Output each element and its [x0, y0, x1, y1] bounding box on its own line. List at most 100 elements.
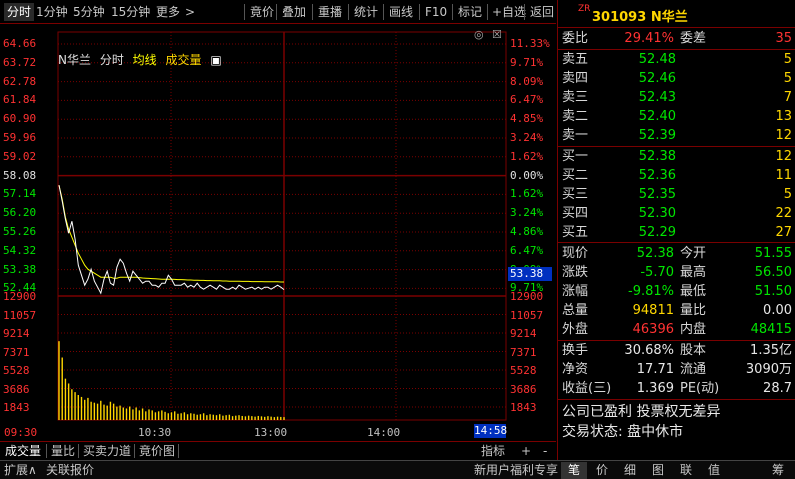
bid-row: 买四 52.30 22	[558, 204, 795, 223]
bid-volume: 12	[775, 149, 792, 164]
volume-tick-label: 7371	[3, 345, 30, 359]
bid-level-label: 买四	[562, 206, 589, 221]
fund-label: 股本	[680, 343, 707, 358]
ask-volume: 7	[783, 90, 792, 105]
related-quotes-button[interactable]: 关联报价	[46, 462, 94, 479]
fundamental-row: 收益(三) 1.369 PE(动) 28.7	[558, 379, 795, 398]
legend-avg: 均线	[132, 53, 157, 67]
auction-button[interactable]: 竟价	[247, 3, 277, 21]
tab-buy-sell-force[interactable]: 买卖力道	[80, 443, 134, 459]
zoom-out-button[interactable]: -	[540, 443, 550, 459]
detail-icon[interactable]: 细	[617, 462, 643, 479]
expand-button[interactable]: 扩展∧	[4, 462, 37, 479]
quote-value: 48415	[750, 322, 792, 337]
tab-1min[interactable]: 1分钟	[33, 3, 71, 21]
tab-volume-ratio[interactable]: 量比	[48, 443, 78, 459]
mark-button[interactable]: 标记	[455, 3, 485, 21]
draw-button[interactable]: 画线	[386, 3, 416, 21]
fund-label: 换手	[562, 343, 589, 358]
divider	[558, 242, 795, 243]
divider	[244, 4, 245, 20]
settings-icon[interactable]: ◎	[474, 28, 484, 41]
fund-value: 1.369	[636, 381, 674, 396]
ask-volume: 13	[775, 109, 792, 124]
price-tick-label: 53.38	[3, 262, 37, 276]
bid-volume: 27	[775, 225, 792, 240]
quote-label: 总量	[562, 303, 589, 318]
bid-row: 买五 52.29 27	[558, 223, 795, 242]
divider	[134, 444, 135, 458]
linked-icon[interactable]: 联	[673, 462, 699, 479]
stock-code: 301093	[592, 10, 647, 25]
tab-volume[interactable]: 成交量	[2, 443, 44, 459]
ask-price: 52.43	[638, 90, 676, 105]
chips-icon[interactable]: 筹	[765, 462, 791, 479]
current-price-tag: 53.38	[508, 267, 552, 281]
company-note: 公司已盈利 投票权无差异	[562, 404, 721, 420]
legend-vol: 成交量	[165, 53, 202, 67]
divider	[524, 4, 525, 20]
price-tick-label: 59.02	[3, 149, 37, 163]
more-arrow-icon[interactable]: >	[182, 3, 198, 21]
camera-icon[interactable]: ▣	[210, 53, 221, 67]
status-bar: 扩展∧ 关联报价 新用户福利专享 笔 价 细 图 联 值 筹	[0, 460, 795, 479]
ask-volume: 5	[783, 52, 792, 67]
tab-5min[interactable]: 5分钟	[70, 3, 108, 21]
fund-value: 1.35亿	[750, 343, 792, 358]
value-icon[interactable]: 值	[701, 462, 727, 479]
tab-15min[interactable]: 15分钟	[108, 3, 153, 21]
bid-level-label: 买一	[562, 149, 589, 164]
zoom-in-button[interactable]: +	[518, 443, 534, 459]
intraday-chart[interactable]: N华兰 分时 均线 成交量 ▣ ◎ ☒ 64.66 63.72 62.78 61.84…	[0, 24, 556, 440]
divider	[312, 4, 313, 20]
tab-intraday[interactable]: 分时	[4, 3, 35, 21]
price-icon[interactable]: 价	[589, 462, 615, 479]
quote-label: 涨幅	[562, 284, 589, 299]
pct-tick-label: 11.33%	[510, 37, 550, 50]
quote-value: 51.50	[754, 284, 792, 299]
indicator-button[interactable]: 指标	[478, 443, 508, 459]
f10-button[interactable]: F10	[422, 3, 450, 21]
bid-row: 买三 52.35 5	[558, 185, 795, 204]
quote-value: 56.50	[754, 265, 792, 280]
ask-level-label: 卖一	[562, 128, 589, 143]
divider	[419, 4, 420, 20]
chart-icon[interactable]: 图	[645, 462, 671, 479]
pct-tick-label: 8.09%	[510, 74, 544, 88]
price-tick-label: 59.96	[3, 131, 37, 144]
bid-volume: 22	[775, 206, 792, 221]
fund-label: 收益(三)	[562, 381, 612, 396]
quote-value: 0.00	[763, 303, 792, 318]
weicha-value: 35	[775, 31, 792, 46]
stock-name: N华兰	[650, 10, 688, 25]
quote-label: 现价	[562, 246, 589, 261]
back-button[interactable]: 返回	[527, 3, 557, 21]
ask-row: 卖四 52.46 5	[558, 69, 795, 88]
ticks-icon[interactable]: 笔	[561, 462, 587, 479]
bid-volume: 5	[783, 187, 792, 202]
ask-row: 卖一 52.39 12	[558, 126, 795, 145]
close-icon[interactable]: ☒	[492, 28, 502, 41]
new-user-promo-link[interactable]: 新用户福利专享	[474, 462, 558, 479]
quote-value: 51.55	[754, 246, 792, 261]
volume-tick-label: 12900	[510, 290, 544, 303]
current-time-tag: 14:58	[474, 424, 508, 438]
time-label-0930: 09:30	[4, 426, 38, 439]
indicator-tabs: 成交量 量比 买卖力道 竟价图 指标 + -	[0, 441, 556, 459]
ask-level-label: 卖二	[562, 109, 589, 124]
pct-tick-label: 0.00%	[510, 168, 544, 182]
volume-tick-label: 12900	[3, 290, 37, 303]
volume-tick-label: 5528	[510, 364, 537, 377]
stats-button[interactable]: 统计	[351, 3, 381, 21]
quote-value: 52.38	[636, 246, 674, 261]
tab-auction-chart[interactable]: 竟价图	[136, 443, 178, 459]
replay-button[interactable]: 重播	[315, 3, 345, 21]
ask-volume: 12	[775, 128, 792, 143]
fund-label: PE(动)	[680, 381, 720, 396]
time-label-1030: 10:30	[138, 426, 172, 439]
fundamental-row: 换手 30.68% 股本 1.35亿	[558, 341, 795, 360]
chart-canvas[interactable]	[0, 24, 556, 440]
overlay-button[interactable]: 叠加	[279, 3, 309, 21]
tab-more[interactable]: 更多	[153, 3, 183, 21]
volume-tick-label: 11057	[3, 308, 37, 322]
